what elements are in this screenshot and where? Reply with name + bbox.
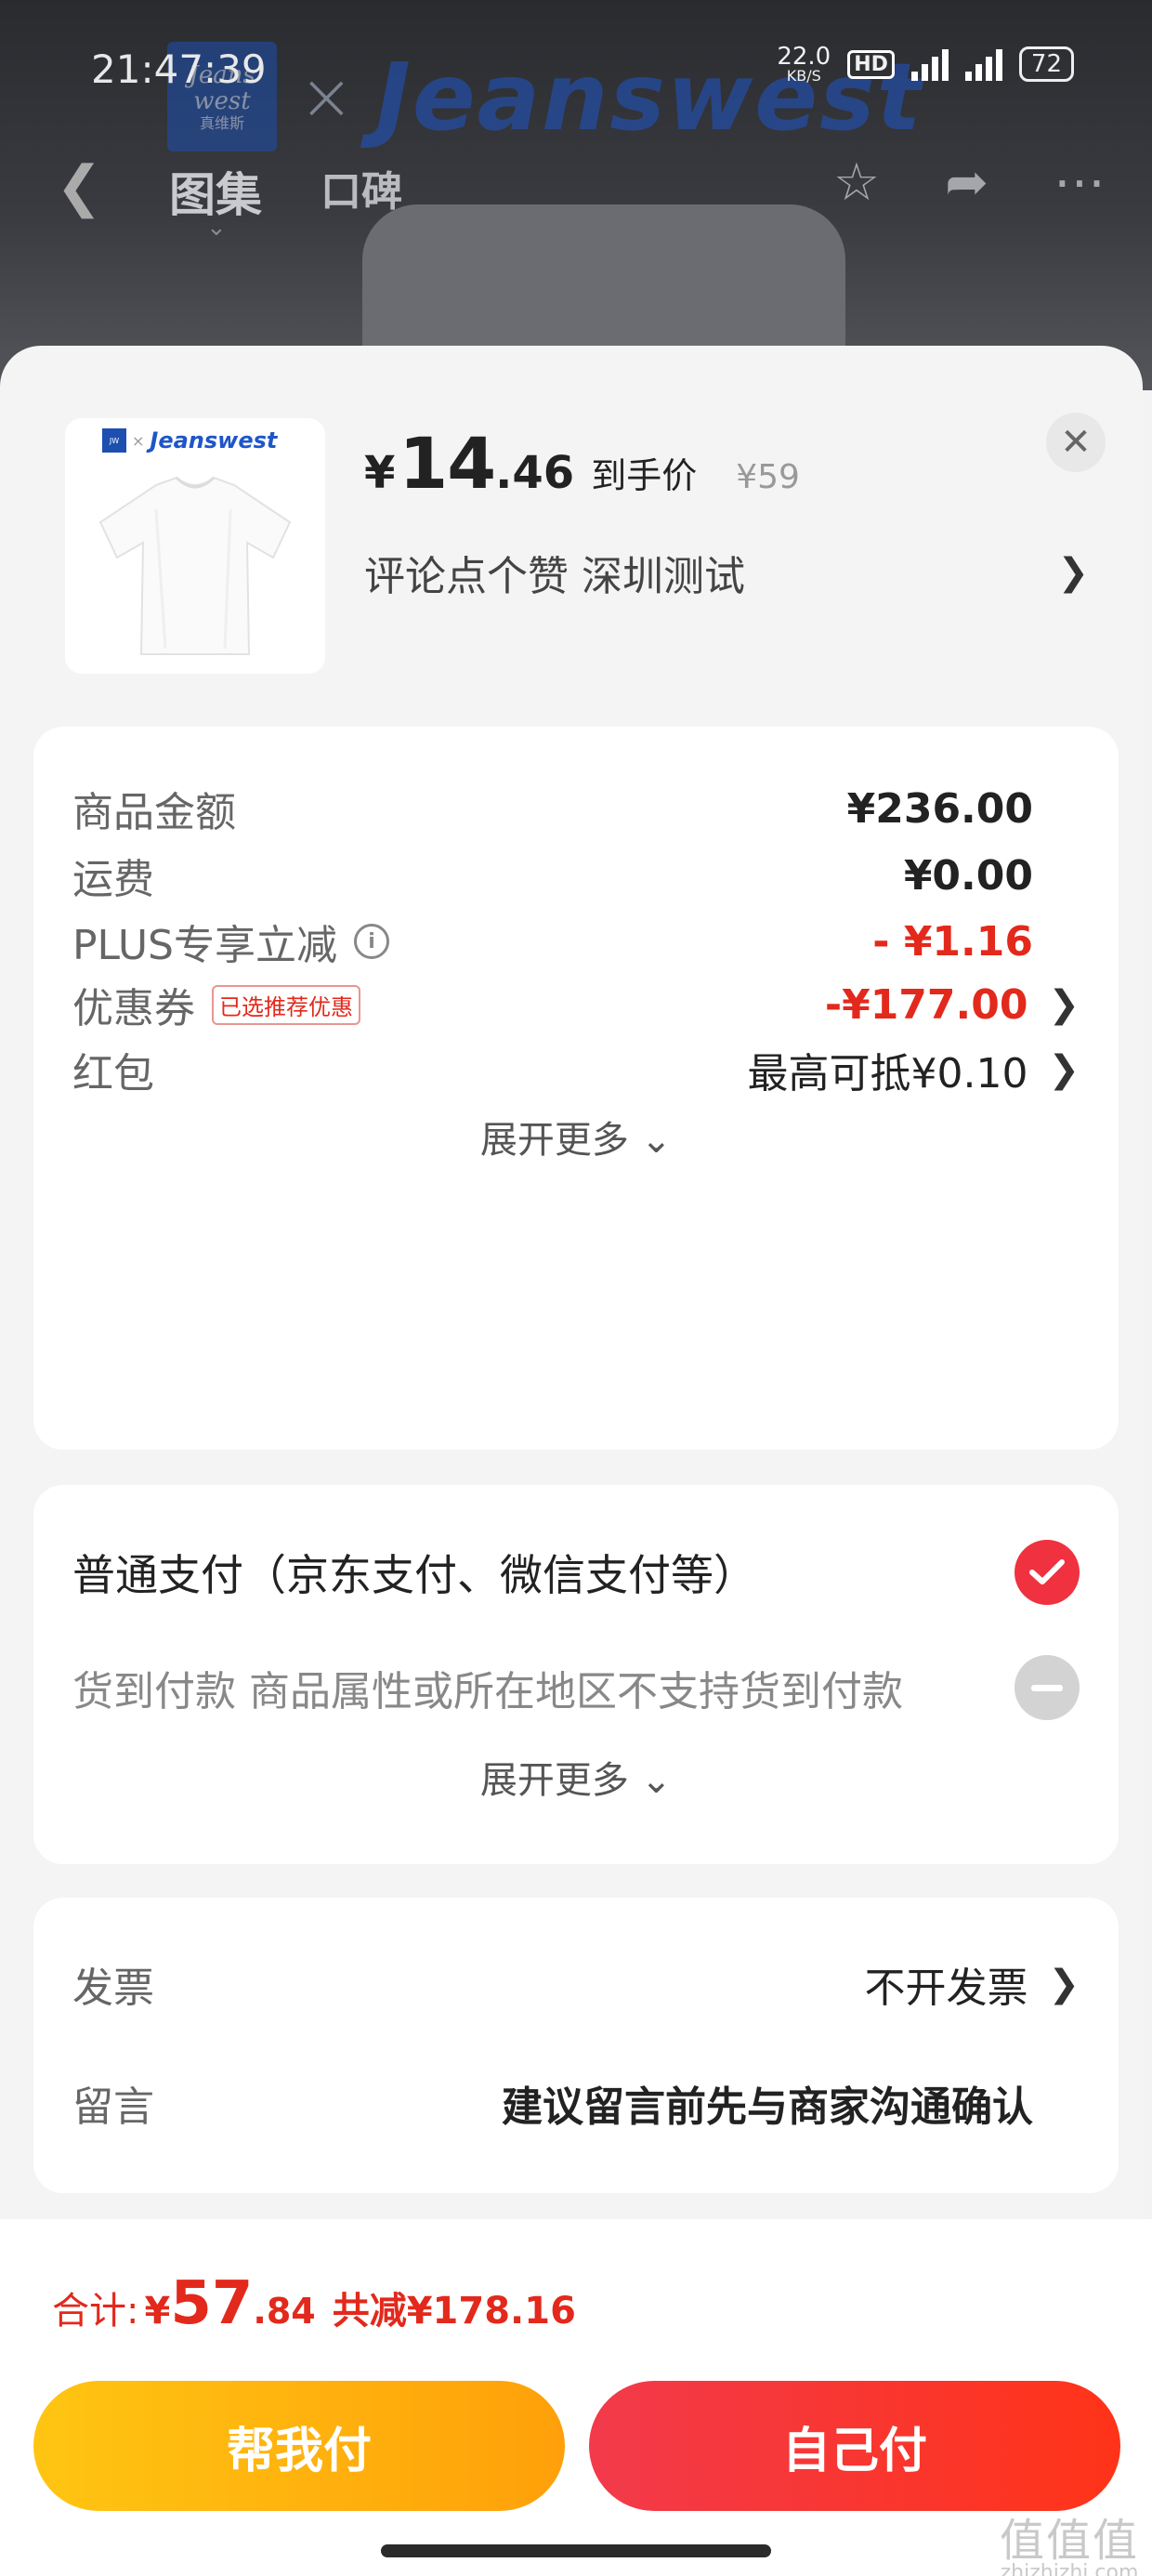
close-icon: ✕ — [1060, 421, 1092, 464]
message-row: 留言 建议留言前先与商家沟通确认 — [72, 2070, 1080, 2136]
total-decimal: .84 — [253, 2291, 316, 2332]
row-label-group: 优惠券 已选推荐优惠 — [72, 975, 360, 1034]
checkout-footer: 合计: ¥ 57 .84 共减¥178.16 帮我付 自己付 — [0, 2219, 1152, 2576]
invoice-value-group: 不开发票 ❯ — [864, 1954, 1080, 2014]
watermark-site: zhizhizhi.com — [1000, 2561, 1139, 2576]
row-value: - ¥1.16 — [872, 917, 1033, 966]
battery-icon: 72 — [1018, 46, 1074, 82]
product-summary: JW × Jeanswest ¥ 14 .46 到手价 ¥59 评论点个赞 深圳… — [0, 346, 1143, 690]
more-icon[interactable]: ⋯ — [1054, 152, 1106, 213]
total-label: 合计: — [52, 2290, 139, 2333]
payment-option-label: 货到付款 商品属性或所在地区不支持货到付款 — [72, 1668, 903, 1715]
payment-option-cod: 货到付款 商品属性或所在地区不支持货到付款 — [72, 1650, 1080, 1725]
thumbnail-brand-x: × — [132, 431, 145, 450]
checkmark-icon[interactable] — [1015, 1540, 1080, 1605]
invoice-row[interactable]: 发票 不开发票 ❯ — [72, 1952, 1080, 2017]
star-icon[interactable]: ☆ — [833, 152, 880, 213]
row-label: 红包 — [72, 1050, 154, 1097]
hd-icon: HD — [847, 49, 895, 79]
row-label-group: PLUS专享立减 i — [72, 912, 389, 971]
plus-discount-row: PLUS专享立减 i - ¥1.16 — [72, 909, 1080, 974]
original-price: ¥59 — [736, 458, 800, 496]
share-icon[interactable]: ➦ — [945, 152, 988, 213]
expand-more-label: 展开更多 — [479, 1759, 629, 1802]
price-label: 到手价 — [591, 455, 698, 496]
product-thumbnail[interactable]: JW × Jeanswest — [65, 418, 325, 674]
thumbnail-brand-logo: JW — [102, 428, 126, 453]
help-pay-button[interactable]: 帮我付 — [33, 2381, 565, 2511]
home-indicator[interactable] — [381, 2544, 771, 2557]
price-decimal: .46 — [495, 447, 575, 499]
tshirt-image — [98, 476, 292, 655]
row-label: PLUS专享立减 — [72, 922, 337, 969]
invoice-value: 不开发票 — [864, 1965, 1028, 2012]
chevron-down-icon: ⌄ — [640, 1759, 673, 1802]
nav-actions: ☆ ➦ ⋯ — [833, 152, 1106, 213]
thumbnail-brand: JW × Jeanswest — [102, 427, 277, 453]
payment-option-label: 普通支付（京东支付、微信支付等） — [72, 1550, 756, 1600]
price-row: ¥ 14 .46 到手价 ¥59 — [364, 422, 800, 505]
price-integer: 14 — [399, 422, 496, 505]
chevron-right-icon: ❯ — [1048, 983, 1080, 1026]
watermark-glyphs: 值值值 — [999, 2515, 1139, 2567]
message-input[interactable]: 建议留言前先与商家沟通确认 — [502, 2073, 1033, 2133]
status-bar: 21:47:39 22.0 KB/S HD 72 — [0, 28, 1152, 102]
price-symbol: ¥ — [364, 447, 396, 499]
chevron-right-icon: ❯ — [1048, 1048, 1080, 1091]
total-saved: 共减¥178.16 — [332, 2290, 576, 2333]
disabled-radio-icon — [1015, 1655, 1080, 1720]
watermark: 值值值 zhizhizhi.com — [1000, 2518, 1139, 2576]
expand-more-button[interactable]: 展开更多 ⌄ — [33, 1750, 1119, 1804]
row-label: 商品金额 — [72, 789, 236, 836]
order-total: 合计: ¥ 57 .84 共减¥178.16 — [52, 2269, 576, 2338]
goods-amount-row: 商品金额 ¥236.00 — [72, 776, 1080, 841]
thumbnail-brand-wordmark: Jeanswest — [150, 427, 278, 453]
expand-more-button[interactable]: 展开更多 ⌄ — [33, 1110, 1119, 1163]
chevron-right-icon: ❯ — [1057, 551, 1089, 594]
invoice-message-card: 发票 不开发票 ❯ 留言 建议留言前先与商家沟通确认 — [33, 1898, 1119, 2193]
message-label: 留言 — [72, 2083, 154, 2131]
payment-method-card: 普通支付（京东支付、微信支付等） 货到付款 商品属性或所在地区不支持货到付款 展… — [33, 1485, 1119, 1864]
expand-more-label: 展开更多 — [479, 1119, 629, 1162]
top-nav: ❮ 图集 ⌄ 口碑 ☆ ➦ ⋯ — [0, 149, 1152, 242]
spec-selector[interactable]: 评论点个赞 深圳测试 ❯ — [364, 543, 1089, 602]
chevron-right-icon: ❯ — [1048, 1963, 1080, 2005]
coupon-row[interactable]: 优惠券 已选推荐优惠 -¥177.00 ❯ — [72, 972, 1080, 1037]
status-icons: 22.0 KB/S HD 72 — [777, 45, 1074, 84]
product-page-backdrop: Jeans west 真维斯 × Jeanswest 21:47:39 22.0… — [0, 0, 1152, 390]
row-value: ¥0.00 — [903, 851, 1033, 900]
red-packet-row[interactable]: 红包 最高可抵¥0.10 ❯ — [72, 1037, 1080, 1102]
row-value: -¥177.00 — [824, 980, 1028, 1029]
row-value: ¥236.00 — [846, 784, 1033, 833]
row-value-group: -¥177.00 ❯ — [825, 981, 1080, 1029]
total-integer: 57 — [170, 2269, 254, 2338]
signal-icon — [910, 47, 949, 81]
tab-reviews[interactable]: 口碑 — [321, 158, 402, 217]
self-pay-button[interactable]: 自己付 — [589, 2381, 1120, 2511]
row-value-group: 最高可抵¥0.10 ❯ — [748, 1040, 1080, 1099]
back-arrow-icon[interactable]: ❮ — [56, 154, 102, 219]
info-icon[interactable]: i — [354, 924, 389, 959]
spec-text: 评论点个赞 深圳测试 — [364, 553, 745, 600]
row-value: 最高可抵¥0.10 — [747, 1050, 1028, 1097]
network-speed: 22.0 KB/S — [777, 43, 831, 85]
total-symbol: ¥ — [144, 2290, 171, 2333]
status-time: 21:47:39 — [91, 46, 267, 92]
shipping-row: 运费 ¥0.00 — [72, 843, 1080, 908]
invoice-label: 发票 — [72, 1965, 154, 2012]
row-label: 优惠券 — [72, 985, 195, 1032]
row-label: 运费 — [72, 856, 154, 903]
chevron-down-icon: ⌄ — [640, 1119, 673, 1162]
price-breakdown-card: 商品金额 ¥236.00 运费 ¥0.00 PLUS专享立减 i - ¥1.16… — [33, 727, 1119, 1450]
payment-option-normal[interactable]: 普通支付（京东支付、微信支付等） — [72, 1535, 1080, 1610]
recommended-tag: 已选推荐优惠 — [212, 984, 360, 1025]
chevron-down-icon: ⌄ — [206, 214, 227, 242]
close-button[interactable]: ✕ — [1046, 413, 1106, 472]
signal-icon-2 — [964, 47, 1002, 81]
